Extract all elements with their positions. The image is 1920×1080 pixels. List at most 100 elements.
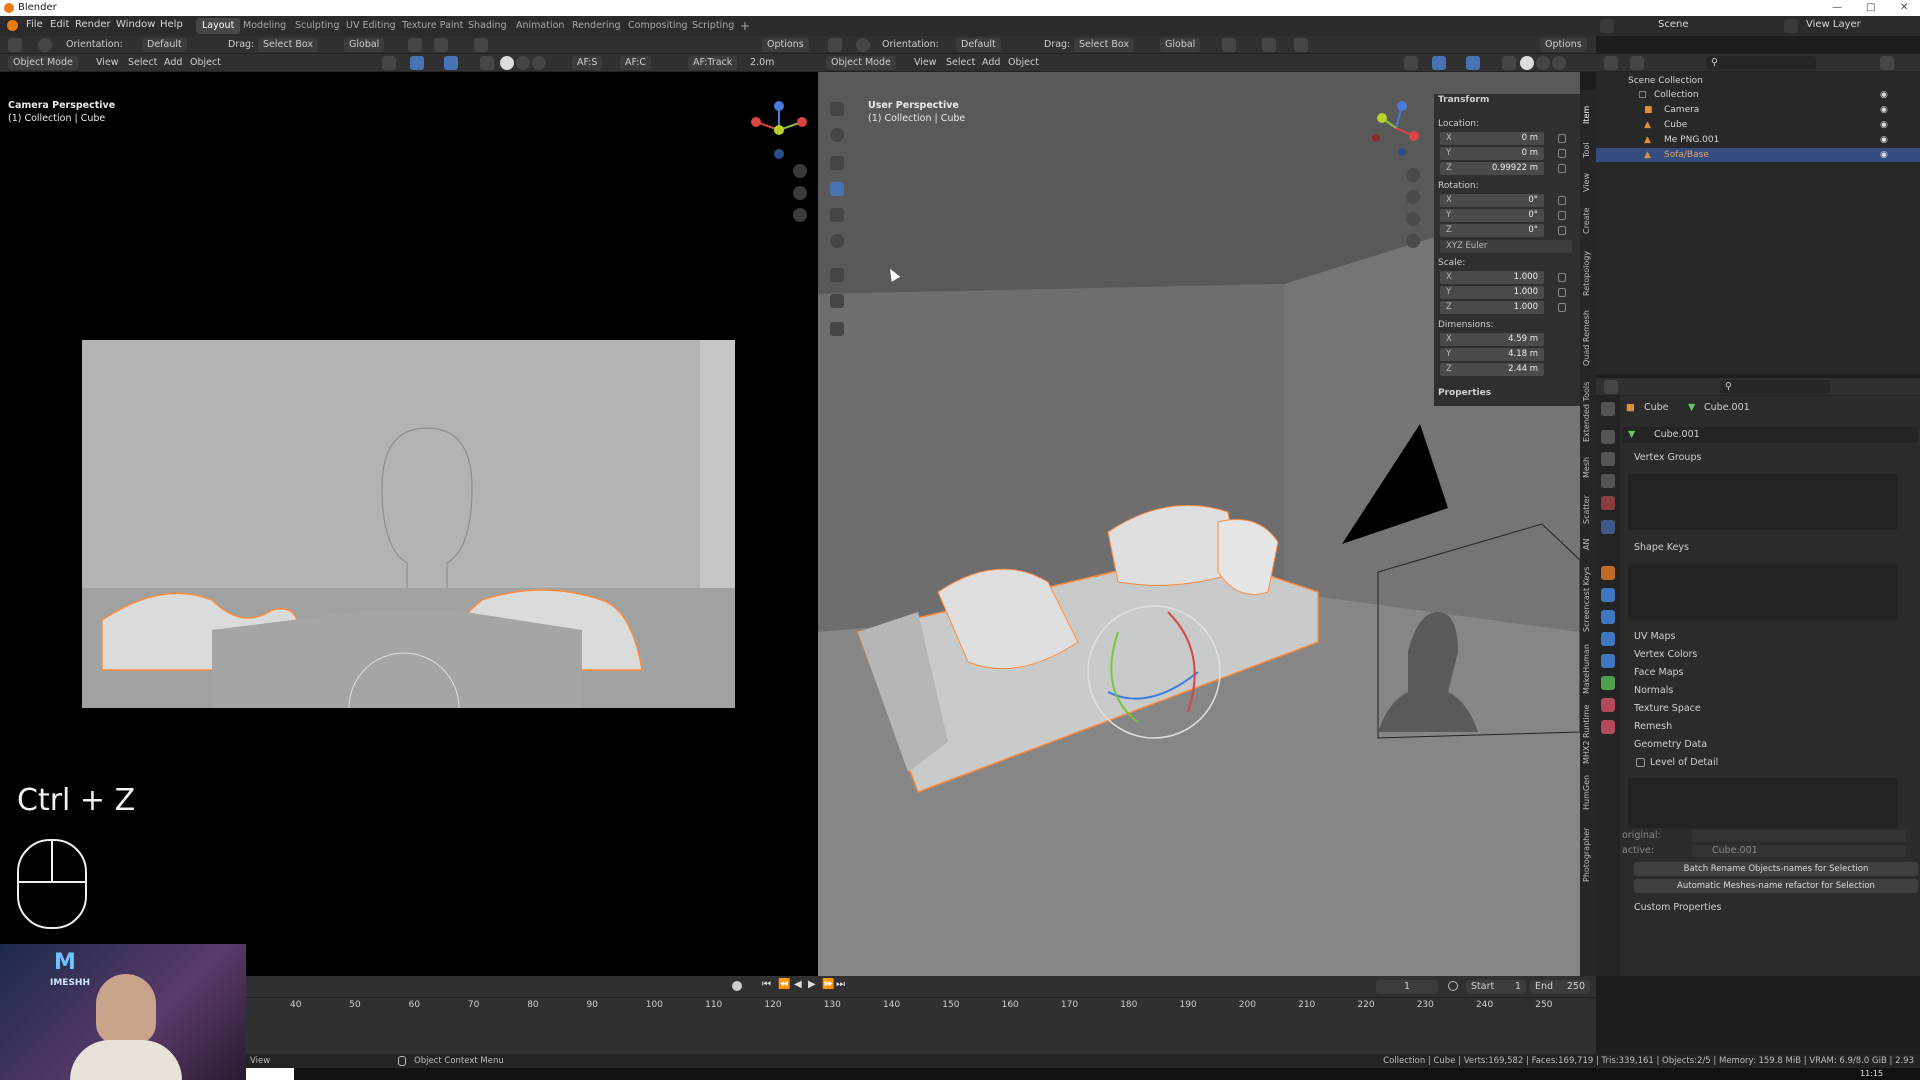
camera-viewport[interactable]: Camera Perspective (1) Collection | Cube [0,72,818,976]
location-z-field[interactable]: Z 0.99922 m [1440,162,1544,175]
menu-select[interactable]: Select [946,57,975,68]
outliner-row-camera[interactable]: ■ Camera [1596,103,1920,117]
sidebar-tab-view[interactable]: View [1582,164,1594,192]
overlays-icon[interactable] [1466,56,1480,70]
options-dropdown[interactable]: Options [762,38,809,52]
sidebar-tab-item[interactable]: Item [1582,96,1594,124]
menu-select[interactable]: Select [128,57,157,68]
close-icon[interactable]: ✕ [1900,0,1908,16]
scale-x-field[interactable]: X 1.000 [1440,271,1544,284]
menu-edit[interactable]: Edit [50,19,69,30]
jump-end-icon[interactable]: ⏭ [836,979,845,990]
display-mode-icon[interactable] [1630,56,1644,70]
material-tab-icon[interactable] [1601,698,1615,712]
workspace-tab-shading[interactable]: Shading [462,18,513,34]
visibility-eye-icon[interactable]: ◉ [1880,150,1888,160]
properties-panel-header[interactable]: Properties [1438,388,1491,398]
record-icon[interactable] [732,981,742,991]
workspace-tab-sculpting[interactable]: Sculpting [289,18,345,34]
snap-icon[interactable] [434,38,448,52]
geometry-data-section[interactable]: Geometry Data [1622,737,1918,753]
dimensions-y-field[interactable]: Y 4.18 m [1440,348,1544,361]
timeline-ruler[interactable]: 40 50 60 70 80 90 100 110 120 130 140 150 160 170 180 1… [200,1000,1596,1014]
menu-add[interactable]: Add [164,57,182,68]
menu-file[interactable]: File [26,19,43,30]
automatic-mesh-rename-button[interactable]: Automatic Meshes-name refactor for Selec… [1634,879,1918,893]
scale-y-field[interactable]: Y 1.000 [1440,286,1544,299]
mesh-datablock-field[interactable]: ▼ Cube.001 [1622,427,1918,443]
move-tool-icon[interactable] [830,156,844,170]
orientation-dropdown[interactable]: Default [142,38,187,52]
menu-view[interactable]: View [914,57,937,68]
lock-icon[interactable] [1558,196,1566,205]
menu-object[interactable]: Object [1008,57,1039,68]
rotation-z-field[interactable]: Z 0° [1440,224,1544,237]
menu-help[interactable]: Help [160,19,183,30]
frame-start-field[interactable]: Start 1 [1466,980,1526,994]
scale-tool-icon[interactable] [830,208,844,222]
rotation-y-field[interactable]: Y 0° [1440,209,1544,222]
world-tab-icon[interactable] [1601,520,1615,534]
ortho-grid-icon[interactable] [1406,234,1420,248]
gizmo-icon[interactable] [1432,56,1446,70]
rendered-shading-icon[interactable] [532,56,546,70]
object-mode-dropdown[interactable]: Object Mode [8,56,78,70]
visibility-eye-icon[interactable]: ◉ [1880,105,1888,115]
workspace-tab-texture-paint[interactable]: Texture Paint [396,18,469,34]
vertex-colors-section[interactable]: Vertex Colors [1622,647,1918,663]
output-tab-icon[interactable] [1601,452,1615,466]
af-track-button[interactable]: AF:Track [688,56,738,70]
snap-icon[interactable] [1262,38,1276,52]
lock-icon[interactable] [1558,149,1566,158]
sidebar-tab-scatter[interactable]: Scatter [1582,484,1594,524]
transform-pivot-icon[interactable] [856,38,870,52]
outliner-row-cube[interactable]: ▲ Cube [1596,118,1920,132]
af-c-button[interactable]: AF:C [620,56,652,70]
add-workspace-icon[interactable]: + [734,18,756,34]
prev-keyframe-icon[interactable]: ⏪ [778,979,790,990]
lock-icon[interactable] [1558,134,1566,143]
location-x-field[interactable]: X 0 m [1440,132,1544,145]
texture-tab-icon[interactable] [1601,720,1615,734]
minimize-icon[interactable]: — [1832,0,1842,16]
lock-icon[interactable] [1558,303,1566,312]
view-layer-tab-icon[interactable] [1601,474,1615,488]
vertex-groups-list[interactable] [1628,474,1898,530]
lod-original-field[interactable] [1692,830,1906,842]
editor-type-icon[interactable] [828,38,842,52]
particles-tab-icon[interactable] [1601,610,1615,624]
dimensions-x-field[interactable]: X 4.59 m [1440,333,1544,346]
lock-icon[interactable] [1558,288,1566,297]
custom-properties-section[interactable]: Custom Properties [1622,900,1918,916]
material-shading-icon[interactable] [516,56,530,70]
remesh-section[interactable]: Remesh [1622,719,1918,735]
xray-icon[interactable] [480,56,494,70]
rotate-tool-icon[interactable] [830,182,844,196]
view-object-types-icon[interactable] [1404,56,1418,70]
object-tab-icon[interactable] [1601,566,1615,580]
menu-render[interactable]: Render [75,19,111,30]
workspace-tab-layout[interactable]: Layout [196,18,241,34]
editor-type-icon[interactable] [1604,380,1618,394]
next-keyframe-icon[interactable]: ⏩ [822,979,834,990]
camera-view-icon[interactable] [793,208,807,222]
render-tab-icon[interactable] [1601,430,1615,444]
play-reverse-icon[interactable]: ◀ [794,979,802,990]
visibility-eye-icon[interactable]: ◉ [1880,135,1888,145]
lod-list[interactable] [1628,778,1898,828]
zoom-icon[interactable] [793,164,807,178]
workspace-tab-compositing[interactable]: Compositing [622,18,694,34]
texture-space-section[interactable]: Texture Space [1622,701,1918,717]
rendered-shading-icon[interactable] [1552,56,1566,70]
zoom-icon[interactable] [1406,168,1420,182]
face-maps-section[interactable]: Face Maps [1622,665,1918,681]
pan-hand-icon[interactable] [793,186,807,200]
orientation-dropdown[interactable]: Default [956,38,1001,52]
lock-icon[interactable] [1558,211,1566,220]
tool-tab-icon[interactable] [1601,402,1615,416]
normals-section[interactable]: Normals [1622,683,1918,699]
scene-icon[interactable] [1600,19,1614,33]
outliner-row-scene-collection[interactable]: Scene Collection [1596,74,1920,88]
batch-rename-button[interactable]: Batch Rename Objects-names for Selection [1634,862,1918,876]
sidebar-tab-mesh[interactable]: Mesh [1582,448,1594,478]
